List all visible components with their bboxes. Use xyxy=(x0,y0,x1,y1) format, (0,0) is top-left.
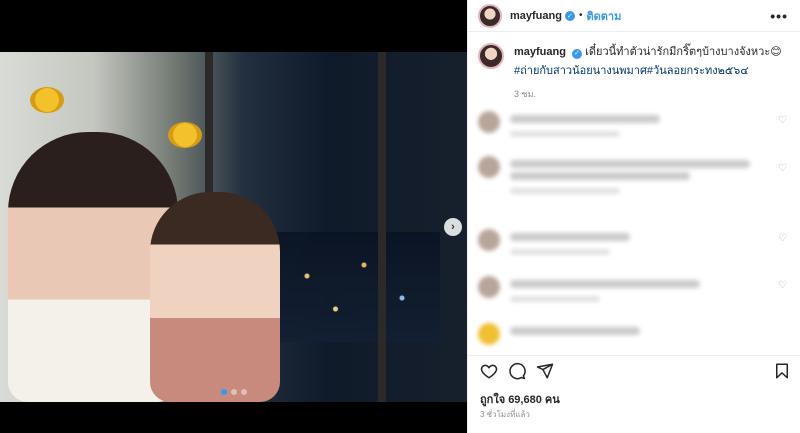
slide-indicator xyxy=(0,389,467,395)
post-timestamp[interactable]: 3 ชั่วโมงที่แล้ว xyxy=(480,408,530,421)
instagram-post: › mayfuang ✓ • ติดตาม ••• mayfuang ✓ เดี… xyxy=(0,0,800,433)
yellow-flower xyxy=(30,87,64,113)
slide-dot xyxy=(220,389,227,395)
girl-figure xyxy=(150,192,280,402)
post-sidebar: mayfuang ✓ • ติดตาม ••• mayfuang ✓ เดี๋ย… xyxy=(467,0,800,433)
blurred-text xyxy=(510,280,700,288)
separator-dot: • xyxy=(578,10,583,21)
caption-username[interactable]: mayfuang xyxy=(514,46,566,58)
blurred-meta xyxy=(510,131,620,137)
commenter-avatar[interactable] xyxy=(478,229,500,251)
like-count[interactable]: ถูกใจ 69,680 คน xyxy=(480,390,560,408)
verified-badge-icon: ✓ xyxy=(572,48,583,59)
blurred-text xyxy=(510,327,640,335)
comment-like-icon[interactable]: ♡ xyxy=(778,115,787,126)
bookmark-icon[interactable] xyxy=(773,362,791,380)
comment-icon[interactable] xyxy=(508,362,526,380)
header-username[interactable]: mayfuang xyxy=(510,10,562,22)
post-header: mayfuang ✓ • ติดตาม ••• xyxy=(468,0,800,32)
blurred-comment xyxy=(478,111,660,137)
commenter-avatar[interactable] xyxy=(478,276,500,298)
caption-avatar[interactable] xyxy=(478,43,504,69)
action-bar xyxy=(468,355,800,385)
yellow-flower xyxy=(168,122,202,148)
more-options-icon[interactable]: ••• xyxy=(770,8,788,24)
blurred-comment xyxy=(478,276,700,302)
window-frame xyxy=(378,52,386,402)
blurred-text xyxy=(510,172,690,180)
heart-icon[interactable] xyxy=(480,362,498,380)
caption-time: 3 ชม. xyxy=(514,89,537,99)
blurred-text xyxy=(510,160,750,168)
caption: mayfuang ✓ เดี๋ยวนี้ทำตัวน่ารักมีกริ๊ตๆบ… xyxy=(478,43,791,81)
blurred-text xyxy=(510,233,630,241)
blurred-comment xyxy=(478,229,630,255)
post-media: › xyxy=(0,0,467,433)
blurred-comment xyxy=(478,156,750,194)
comment-like-icon[interactable]: ♡ xyxy=(778,233,787,244)
slide-dot xyxy=(230,389,237,395)
avatar[interactable] xyxy=(478,3,502,28)
slide-dot xyxy=(240,389,247,395)
commenter-avatar[interactable] xyxy=(478,323,500,345)
caption-hashtags[interactable]: #ถ่ายกับสาวน้อยนางนพมาศ#วันลอยกระทง๒๕๖๔ xyxy=(514,65,749,77)
verified-badge-icon: ✓ xyxy=(564,10,575,21)
comment-like-icon[interactable]: ♡ xyxy=(778,280,787,291)
commenter-avatar[interactable] xyxy=(478,111,500,133)
comment-like-icon[interactable]: ♡ xyxy=(778,163,787,174)
blurred-meta xyxy=(510,249,610,255)
commenter-avatar[interactable] xyxy=(478,156,500,178)
comments-section: mayfuang ✓ เดี๋ยวนี้ทำตัวน่ารักมีกริ๊ตๆบ… xyxy=(468,33,800,353)
caption-text: mayfuang ✓ เดี๋ยวนี้ทำตัวน่ารักมีกริ๊ตๆบ… xyxy=(514,43,791,81)
blurred-meta xyxy=(510,188,620,194)
post-photo xyxy=(0,52,467,402)
next-slide-button[interactable]: › xyxy=(444,218,462,236)
blurred-text xyxy=(510,115,660,123)
share-icon[interactable] xyxy=(536,362,554,380)
blurred-comment xyxy=(478,323,640,345)
follow-button[interactable]: ติดตาม xyxy=(586,7,621,25)
blurred-meta xyxy=(510,296,600,302)
caption-body: เดี๋ยวนี้ทำตัวน่ารักมีกริ๊ตๆบ้างบางจังหว… xyxy=(585,46,782,58)
